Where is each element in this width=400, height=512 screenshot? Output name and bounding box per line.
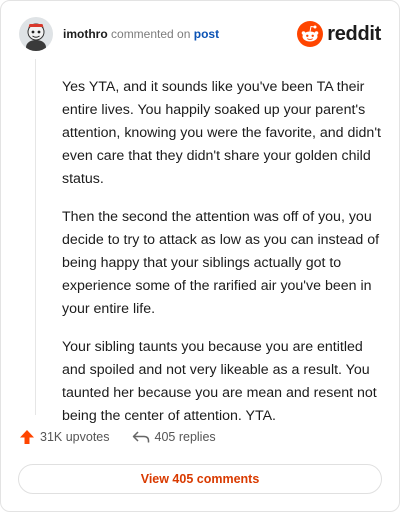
reply-arrow-icon [132, 431, 149, 443]
username-link[interactable]: imothro [63, 27, 108, 41]
user-avatar[interactable] [19, 17, 53, 51]
reply-button[interactable]: 405 replies [132, 430, 216, 444]
comment-card: imothro commented on post reddit Yes YTA… [0, 0, 400, 512]
comment-paragraph: Your sibling taunts you because you are … [62, 339, 377, 424]
commented-on-text: commented on [111, 27, 191, 41]
comment-actions: 31K upvotes 405 replies [19, 429, 216, 445]
comment-paragraph: Yes YTA, and it sounds like you've been … [62, 79, 381, 187]
upvote-count: 31K upvotes [40, 430, 110, 444]
upvote-button[interactable]: 31K upvotes [19, 429, 110, 445]
comment-paragraph: Then the second the attention was off of… [62, 209, 380, 317]
byline: imothro commented on post [63, 27, 219, 41]
view-comments-button[interactable]: View 405 comments [18, 464, 382, 494]
post-link[interactable]: post [194, 27, 219, 41]
reddit-wordmark: reddit [327, 23, 381, 45]
reddit-logo[interactable]: reddit [297, 21, 381, 47]
reddit-snoo-icon [297, 21, 324, 47]
thread-line[interactable] [35, 59, 36, 415]
upvote-arrow-icon [20, 430, 34, 444]
reply-count: 405 replies [154, 430, 216, 444]
comment-body: Yes YTA, and it sounds like you've been … [62, 76, 384, 443]
comment-header: imothro commented on post reddit [19, 17, 385, 53]
avatar-icon [19, 17, 53, 51]
